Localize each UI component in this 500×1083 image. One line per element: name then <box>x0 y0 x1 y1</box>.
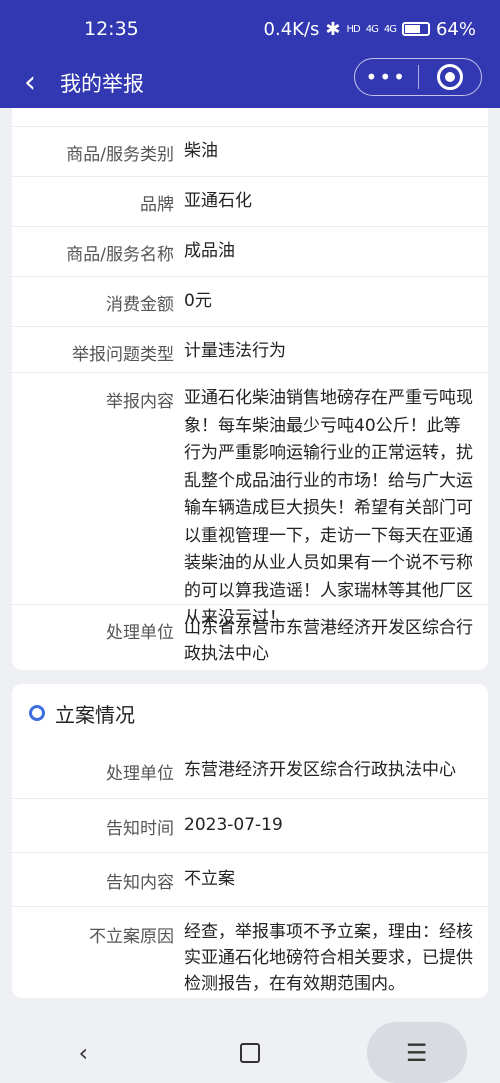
nav-bar: ‹ 我的举报 ••• <box>0 58 500 108</box>
row-label: 商品/服务名称 <box>66 245 174 265</box>
row-label: 不立案原因 <box>89 927 174 947</box>
record-icon <box>436 64 463 90</box>
report-details-card: 商品/服务类别 柴油 品牌 亚通石化 商品/服务名称 成品油 消费金额 0元 举… <box>12 108 488 670</box>
row-value: 山东省东营市东营港经济开发区综合行政执法中心 <box>184 618 473 664</box>
detail-row: 消费金额 0元 <box>12 276 488 327</box>
detail-row: 品牌 亚通石化 <box>12 176 488 227</box>
system-nav-bar: ‹ ☰ <box>0 1022 500 1083</box>
detail-row: 商品/服务类别 柴油 <box>12 126 488 177</box>
row-label: 举报内容 <box>106 392 174 412</box>
row-label: 商品/服务类别 <box>66 145 174 165</box>
more-button[interactable]: ••• <box>355 65 418 89</box>
detail-row: 不立案原因 经查，举报事项不予立案，理由：经核实亚通石化地磅符合相关要求，已提供… <box>12 906 488 999</box>
status-bar: 12:35 0.4K/s ✱ HD 4G 4G 64% <box>0 0 500 58</box>
status-time: 12:35 <box>84 18 139 40</box>
row-label: 举报问题类型 <box>72 345 174 365</box>
row-label: 处理单位 <box>106 623 174 643</box>
row-value: 2023-07-19 <box>184 815 283 835</box>
battery-icon <box>401 22 430 36</box>
app-header: 12:35 0.4K/s ✱ HD 4G 4G 64% ‹ 我的举报 ••• <box>0 0 500 108</box>
page-title: 我的举报 <box>60 72 144 96</box>
nav-home-button[interactable] <box>200 1022 300 1083</box>
report-content-text: 亚通石化柴油销售地磅存在严重亏吨现象！每车柴油最少亏吨40公斤！此等行为严重影响… <box>184 388 473 628</box>
row-value: 0元 <box>184 291 212 311</box>
row-value: 东营港经济开发区综合行政执法中心 <box>184 760 456 780</box>
row-value: 计量违法行为 <box>184 341 286 361</box>
row-value: 成品油 <box>184 241 235 261</box>
row-label: 处理单位 <box>106 764 174 784</box>
no-filing-reason-text: 经查，举报事项不予立案，理由：经核实亚通石化地磅符合相关要求，已提供检测报告，在… <box>184 922 473 994</box>
network-speed: 0.4K/s <box>263 18 320 40</box>
bluetooth-icon: ✱ <box>325 18 341 40</box>
detail-row: 处理单位 山东省东营市东营港经济开发区综合行政执法中心 <box>12 604 488 671</box>
signal-icon-2: 4G <box>383 23 397 35</box>
chevron-left-icon: ‹ <box>24 65 36 100</box>
back-button[interactable]: ‹ <box>0 58 60 108</box>
row-value: 亚通石化 <box>184 191 252 211</box>
hd-badge: HD <box>346 23 361 35</box>
detail-row: 处理单位 东营港经济开发区综合行政执法中心 <box>12 742 488 798</box>
close-mini-program-button[interactable] <box>419 64 482 90</box>
signal-icon-1: 4G <box>365 23 379 35</box>
row-value: 柴油 <box>184 141 218 161</box>
section-title: 立案情况 <box>55 702 135 727</box>
square-icon <box>239 1042 260 1063</box>
nav-back-button[interactable]: ‹ <box>33 1022 133 1083</box>
nav-menu-button[interactable]: ☰ <box>366 1022 467 1083</box>
filing-status-card: 立案情况 处理单位 东营港经济开发区综合行政执法中心 告知时间 2023-07-… <box>12 684 488 998</box>
detail-row: 告知内容 不立案 <box>12 852 488 907</box>
row-label: 告知内容 <box>106 873 174 893</box>
chevron-left-icon: ‹ <box>78 1038 89 1067</box>
menu-icon: ☰ <box>405 1038 428 1067</box>
row-label: 消费金额 <box>106 295 174 315</box>
status-indicators: 0.4K/s ✱ HD 4G 4G 64% <box>264 19 476 40</box>
section-header: 立案情况 <box>12 684 488 742</box>
mini-program-capsule: ••• <box>354 58 482 96</box>
detail-row: 商品/服务名称 成品油 <box>12 226 488 277</box>
row-label: 品牌 <box>140 195 174 215</box>
detail-row: 告知时间 2023-07-19 <box>12 798 488 853</box>
battery-percent: 64% <box>435 18 476 40</box>
detail-row: 举报问题类型 计量违法行为 <box>12 326 488 373</box>
row-label: 告知时间 <box>106 819 174 839</box>
detail-row: 举报内容 亚通石化柴油销售地磅存在严重亏吨现象！每车柴油最少亏吨40公斤！此等行… <box>12 372 488 628</box>
circle-bullet-icon <box>29 705 45 721</box>
row-value: 不立案 <box>184 869 235 889</box>
